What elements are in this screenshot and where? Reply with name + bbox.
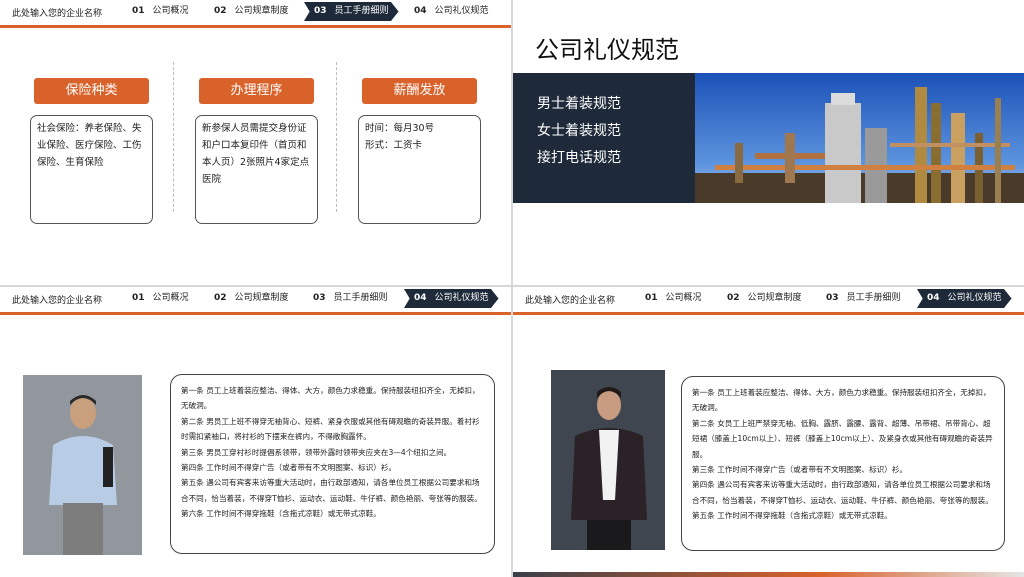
slide-header: 此处输入您的企业名称 01 公司概况 02 公司规章制度 03 员工手册细则 04 公司… xyxy=(0,0,511,24)
rule-item: 第五条 工作时间不得穿拖鞋（含拖式凉鞋）或无带式凉鞋。 xyxy=(692,511,892,521)
salary-form: 形式：工资卡 xyxy=(365,140,423,151)
rule-item: 第三条 男员工穿衬衫时提倡系领带，领带外露时领带夹应夹在3—4个纽扣之间。 xyxy=(181,447,452,457)
slide-header: 此处输入您的企业名称 01 公司概况 02 公司规章制度 03 员工手册细则 04 公司… xyxy=(0,287,511,311)
nav-item-handbook: 03 员工手册细则 xyxy=(826,293,901,303)
card-body-procedure: 新参保人员需提交身份证和户口本复印件（首页和本人页）2张照片4家定点医院 xyxy=(195,115,318,224)
company-name: 此处输入您的企业名称 xyxy=(12,9,103,19)
rule-item: 第一条 员工上班着装应整洁、得体、大方，颜色力求稳重。保持服装纽扣齐全，无掉扣，… xyxy=(181,386,480,411)
slide-thumbnail-etiquette-title[interactable]: 公司礼仪规范 男士着装规范 女士着装规范 接打电话规范 xyxy=(513,0,1024,285)
rule-item: 第四条 遇公司有宾客来访等重大活动时，由行政部通知，请各单位员工根据公司要求和场… xyxy=(692,480,993,505)
nav-item-etiquette: 04 公司礼仪规范 xyxy=(414,6,489,16)
nav-item-regulations: 02 公司规章制度 xyxy=(214,6,289,16)
rule-item: 第五条 遇公司有宾客来访等重大活动时，由行政部通知，请各单位员工根据公司要求和场… xyxy=(181,478,482,503)
slide-header: 此处输入您的企业名称 01 公司概况 02 公司规章制度 03 员工手册细则 04 公司… xyxy=(513,287,1024,311)
etiquette-menu-panel: 男士着装规范 女士着装规范 接打电话规范 xyxy=(513,73,695,203)
company-name: 此处输入您的企业名称 xyxy=(12,296,103,306)
nav-item-handbook: 03 员工手册细则 xyxy=(313,293,388,303)
header-divider xyxy=(0,25,511,28)
nav-item-etiquette-active: 04 公司礼仪规范 xyxy=(404,289,499,308)
slide-thumbnail-men-dress-code[interactable]: 此处输入您的企业名称 01 公司概况 02 公司规章制度 03 员工手册细则 04 公司… xyxy=(0,287,511,577)
man-in-blazer-photo xyxy=(551,370,665,550)
company-name: 此处输入您的企业名称 xyxy=(525,296,616,306)
slide-thumbnail-insurance[interactable]: 此处输入您的企业名称 01 公司概况 02 公司规章制度 03 员工手册细则 04 公司… xyxy=(0,0,511,285)
rule-item: 第六条 工作时间不得穿拖鞋（含拖式凉鞋）或无带式凉鞋。 xyxy=(181,509,381,519)
rule-item: 第一条 员工上班着装应整洁、得体、大方，颜色力求稳重。保持服装纽扣齐全，无掉扣，… xyxy=(692,388,991,413)
rule-item: 第三条 工作时间不得穿广告（或者带有不文明图案、标识）衫。 xyxy=(692,465,908,475)
header-divider xyxy=(0,312,511,315)
factory-photo xyxy=(695,73,1024,203)
menu-item-men-dress: 男士着装规范 xyxy=(537,96,621,112)
menu-item-phone: 接打电话规范 xyxy=(537,150,621,166)
nav-item-overview: 01 公司概况 xyxy=(645,293,702,303)
card-title-salary: 薪酬发放 xyxy=(362,78,477,104)
slide-title: 公司礼仪规范 xyxy=(535,36,679,64)
nav-item-handbook-active: 03 员工手册细则 xyxy=(304,2,399,21)
rule-item: 第二条 女员工上班严禁穿无袖、低胸、露脐、露腰、露背、超薄、吊带裙、吊带背心、超… xyxy=(692,418,993,459)
nav-item-overview: 01 公司概况 xyxy=(132,6,189,16)
card-body-salary: 时间：每月30号 形式：工资卡 xyxy=(358,115,481,224)
nav-item-overview: 01 公司概况 xyxy=(132,293,189,303)
nav-item-regulations: 02 公司规章制度 xyxy=(727,293,802,303)
divider xyxy=(336,62,337,212)
rule-item: 第二条 男员工上班不得穿无袖背心、短裤、紧身衣服或其他有碍观瞻的奇装异服。着衬衫… xyxy=(181,416,480,442)
card-title-procedure: 办理程序 xyxy=(199,78,314,104)
header-divider xyxy=(513,312,1024,315)
nav-item-etiquette-active: 04 公司礼仪规范 xyxy=(917,289,1012,308)
menu-item-women-dress: 女士着装规范 xyxy=(537,123,621,139)
slide-thumbnail-women-dress-code[interactable]: 此处输入您的企业名称 01 公司概况 02 公司规章制度 03 员工手册细则 04 公司… xyxy=(513,287,1024,577)
rule-item: 第四条 工作时间不得穿广告（或者带有不文明图案、标识）衫。 xyxy=(181,463,397,473)
rules-box: 第一条 员工上班着装应整洁、得体、大方，颜色力求稳重。保持服装纽扣齐全，无掉扣，… xyxy=(170,374,495,554)
rules-box: 第一条 员工上班着装应整洁、得体、大方，颜色力求稳重。保持服装纽扣齐全，无掉扣，… xyxy=(681,376,1005,551)
card-title-insurance-types: 保险种类 xyxy=(34,78,149,104)
next-slide-peek xyxy=(513,572,1024,577)
divider xyxy=(173,62,174,212)
man-photo xyxy=(23,375,142,555)
card-body-insurance-types: 社会保险：养老保险、失业保险、医疗保险、工伤保险、生育保险 xyxy=(30,115,153,224)
nav-item-regulations: 02 公司规章制度 xyxy=(214,293,289,303)
salary-time: 时间：每月30号 xyxy=(365,123,435,134)
